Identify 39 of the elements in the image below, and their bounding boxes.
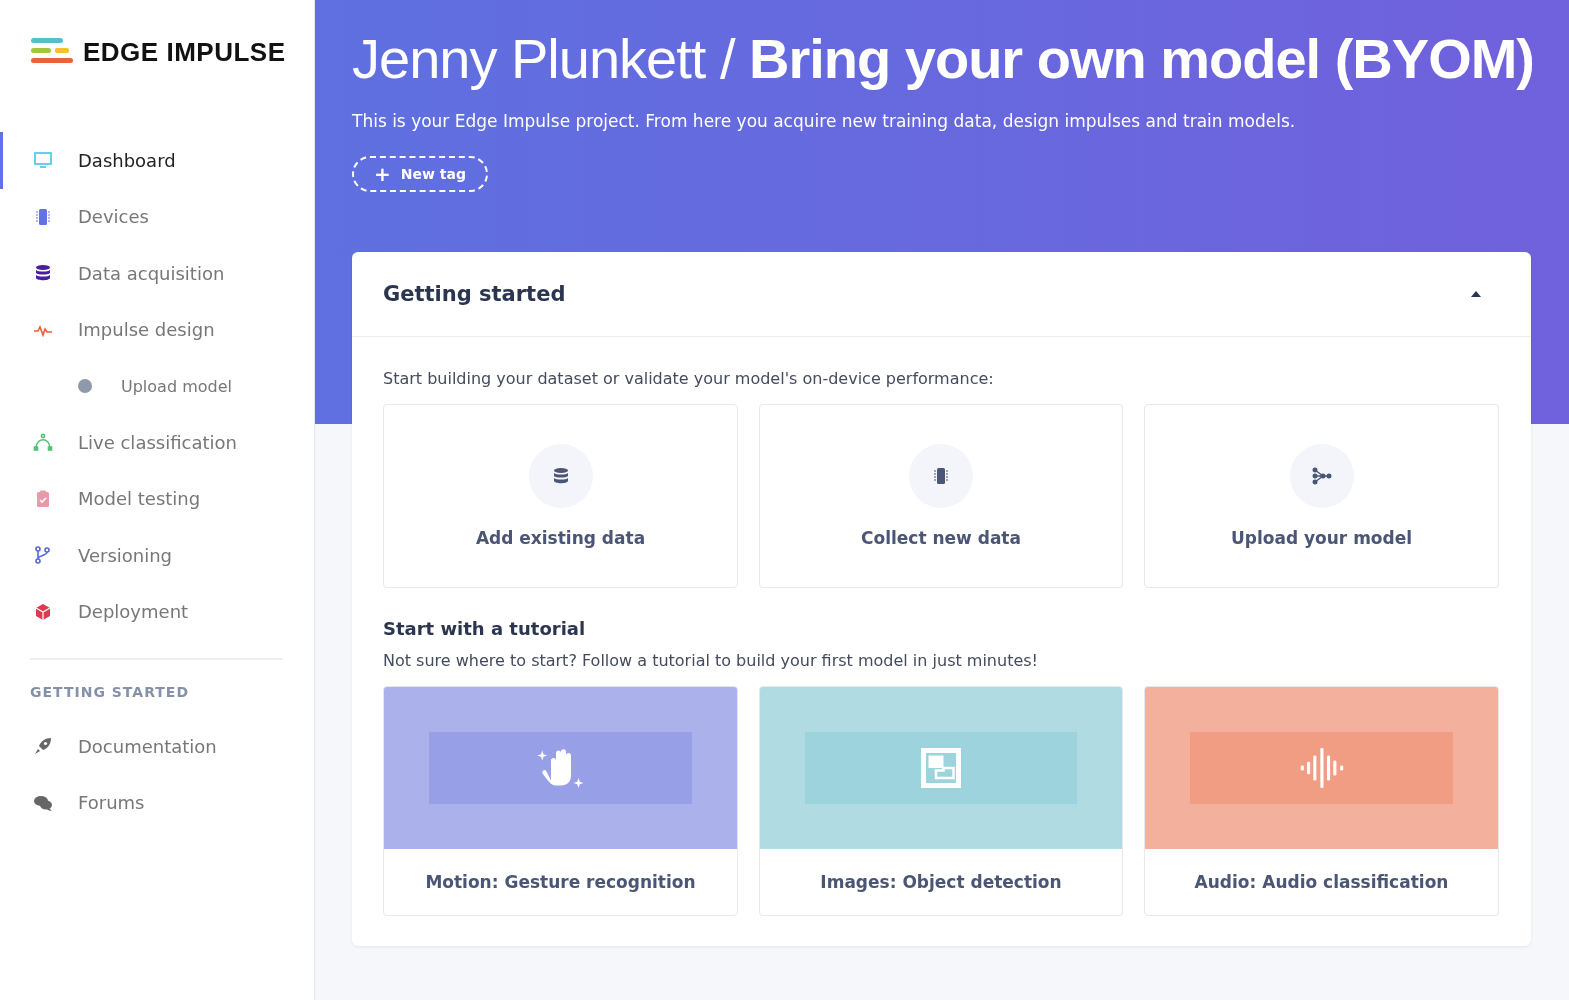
sidebar-link[interactable]: Forums <box>0 774 314 831</box>
tutorial-card[interactable]: Motion: Gesture recognition <box>383 686 738 916</box>
chip-icon <box>931 466 951 486</box>
curve-icon <box>33 432 53 453</box>
monitor-icon <box>33 150 53 171</box>
card-title: Getting started <box>383 282 566 306</box>
sidebar-item[interactable]: Impulse design <box>0 301 314 358</box>
action-card[interactable]: Upload your model <box>1144 404 1499 588</box>
tutorial-label: Motion: Gesture recognition <box>424 871 697 894</box>
tutorial-heading: Start with a tutorial <box>383 618 587 639</box>
tutorial-label: Images: Object detection <box>819 871 1063 894</box>
tutorial-card[interactable]: Audio: Audio classification <box>1144 686 1499 916</box>
action-card[interactable]: Add existing data <box>383 404 738 588</box>
project-title: Jenny Plunkett / Bring your own model (BYOM) <box>352 26 1534 91</box>
caret-icon[interactable] <box>1471 291 1481 297</box>
network-icon <box>1311 466 1332 486</box>
new-tag-button[interactable]: + New tag <box>352 156 488 192</box>
project-description: This is your Edge Impulse project. From here you acquire new training data, design impulses and train models. <box>352 111 1297 131</box>
chip-icon <box>33 206 53 227</box>
sidebar-item[interactable]: Versioning <box>0 527 314 584</box>
section-heading: GETTING STARTED <box>29 684 191 700</box>
branch-icon <box>33 545 53 566</box>
tutorial-label: Audio: Audio classification <box>1193 871 1450 894</box>
sidebar-subitem[interactable]: Upload model <box>0 358 314 414</box>
intro-text: Start building your dataset or validate your model's on-device performance: <box>383 369 995 388</box>
tutorial-intro: Not sure where to start? Follow a tutorial to build your first model in just minutes! <box>383 651 1039 670</box>
cube-icon <box>33 601 53 622</box>
logo-text: EDGE IMPULSE <box>83 36 286 68</box>
sidebar-item[interactable]: Data acquisition <box>0 245 314 302</box>
sidebar-link[interactable]: Documentation <box>0 718 314 775</box>
sidebar-item[interactable]: Live classification <box>0 414 314 471</box>
dot-icon <box>78 379 92 393</box>
sidebar-item[interactable]: Devices <box>0 188 314 245</box>
action-card[interactable]: Collect new data <box>759 404 1123 588</box>
logo-icon <box>31 38 73 66</box>
sidebar-item[interactable]: Deployment <box>0 583 314 640</box>
tutorial-card[interactable]: Images: Object detection <box>759 686 1123 916</box>
rocket-icon <box>33 736 53 757</box>
sidebar-item[interactable]: Model testing <box>0 470 314 527</box>
